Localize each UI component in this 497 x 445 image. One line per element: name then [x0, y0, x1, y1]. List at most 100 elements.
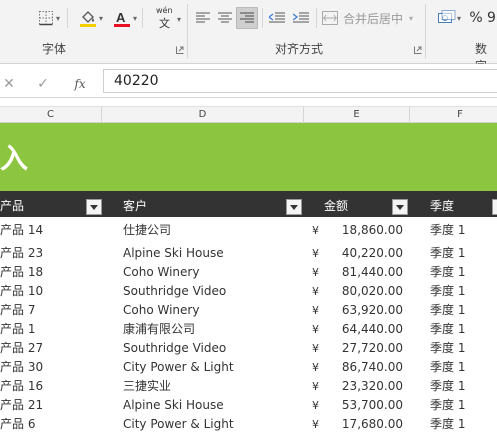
font-color-dropdown-icon: ▾	[132, 14, 137, 23]
fill-color-button[interactable]: ▾	[73, 7, 103, 29]
table-row[interactable]: 产品 27 Southridge Video ¥27,720.00 季度 1	[0, 339, 497, 358]
filter-button-quarter[interactable]	[492, 199, 497, 215]
cell-customer[interactable]: Coho Winery	[123, 301, 199, 320]
cell-customer[interactable]: Alpine Ski House	[123, 396, 224, 415]
filter-button-product[interactable]	[86, 199, 102, 215]
cell-quarter[interactable]: 季度 1	[430, 244, 465, 263]
column-header-e[interactable]: E	[304, 107, 410, 123]
cell-product[interactable]: 产品 10	[0, 282, 43, 301]
accounting-format-button[interactable]: ▾	[430, 7, 464, 29]
group-label-alignment: 对齐方式	[275, 42, 324, 56]
header-product: 产品	[0, 199, 25, 213]
cell-quarter[interactable]: 季度 1	[430, 301, 465, 320]
merge-center-button[interactable]: 合并后居中 ▾	[320, 7, 430, 29]
cell-product[interactable]: 产品 27	[0, 339, 43, 358]
alignment-dialog-launcher-icon[interactable]	[414, 46, 422, 54]
borders-button[interactable]: ▾	[30, 7, 62, 29]
percent-style-button[interactable]: %	[466, 7, 486, 29]
cell-amount[interactable]: 40,220.00	[313, 244, 403, 263]
cell-quarter[interactable]: 季度 1	[430, 377, 465, 396]
ribbon-divider	[262, 8, 263, 28]
borders-dropdown-icon: ▾	[55, 14, 60, 23]
filter-button-amount[interactable]	[392, 199, 408, 215]
table-row[interactable]: 产品 16 三捷实业 ¥23,320.00 季度 1	[0, 377, 497, 396]
cell-amount[interactable]: 18,860.00	[313, 221, 403, 240]
filter-button-customer[interactable]	[286, 199, 302, 215]
percent-icon: %	[469, 10, 483, 26]
cell-product[interactable]: 产品 14	[0, 221, 43, 240]
cell-quarter[interactable]: 季度 1	[430, 339, 465, 358]
cell-customer[interactable]: Alpine Ski House	[123, 244, 224, 263]
column-header-d[interactable]: D	[102, 107, 304, 123]
cell-amount[interactable]: 81,440.00	[313, 263, 403, 282]
cancel-entry-button[interactable]: ✕	[0, 75, 18, 93]
font-dialog-launcher-icon[interactable]	[176, 46, 184, 54]
formula-input[interactable]: 40220	[103, 69, 497, 93]
cell-quarter[interactable]: 季度 1	[430, 263, 465, 282]
cell-product[interactable]: 产品 30	[0, 358, 43, 377]
cell-customer[interactable]: 仕捷公司	[123, 221, 171, 240]
column-header-f[interactable]: F	[410, 107, 497, 123]
cell-product[interactable]: 产品 6	[0, 415, 35, 434]
phonetic-guide-button[interactable]: wén 文 ▾	[148, 5, 182, 31]
comma-style-button[interactable]: 9	[486, 7, 497, 29]
align-center-button[interactable]	[214, 7, 236, 29]
cell-product[interactable]: 产品 1	[0, 320, 35, 339]
cell-amount[interactable]: 86,740.00	[313, 358, 403, 377]
insert-function-button[interactable]: fx	[71, 75, 89, 93]
cell-quarter[interactable]: 季度 1	[430, 221, 465, 240]
cell-product[interactable]: 产品 16	[0, 377, 43, 396]
cell-customer[interactable]: 康浦有限公司	[123, 320, 195, 339]
cell-customer[interactable]: Southridge Video	[123, 282, 226, 301]
merge-dropdown-icon: ▾	[409, 13, 414, 23]
cell-customer[interactable]: 三捷实业	[123, 377, 171, 396]
cell-customer[interactable]: City Power & Light	[123, 415, 234, 434]
cell-product[interactable]: 产品 21	[0, 396, 43, 415]
cell-product[interactable]: 产品 23	[0, 244, 43, 263]
decrease-indent-icon	[269, 12, 285, 23]
cell-quarter[interactable]: 季度 1	[430, 415, 465, 434]
table-row[interactable]: 产品 10 Southridge Video ¥80,020.00 季度 1	[0, 282, 497, 301]
column-headers: C D E F	[0, 106, 497, 123]
table-row[interactable]: 产品 7 Coho Winery ¥63,920.00 季度 1	[0, 301, 497, 320]
cell-amount[interactable]: 17,680.00	[313, 415, 403, 434]
cell-quarter[interactable]: 季度 1	[430, 396, 465, 415]
increase-indent-button[interactable]	[290, 7, 312, 29]
cell-quarter[interactable]: 季度 1	[430, 358, 465, 377]
insert-function-icon: fx	[74, 77, 86, 91]
ribbon-divider	[67, 8, 68, 28]
decrease-indent-button[interactable]	[266, 7, 288, 29]
font-color-button[interactable]: A ▾	[107, 7, 137, 29]
group-divider	[425, 4, 426, 58]
filter-dropdown-icon	[396, 204, 404, 210]
cell-quarter[interactable]: 季度 1	[430, 320, 465, 339]
phonetic-guide-icon: wén 文	[155, 6, 175, 30]
table-row[interactable]: 产品 18 Coho Winery ¥81,440.00 季度 1	[0, 263, 497, 282]
confirm-entry-button[interactable]: ✓	[34, 75, 52, 93]
cell-quarter[interactable]: 季度 1	[430, 282, 465, 301]
cell-amount[interactable]: 53,700.00	[313, 396, 403, 415]
align-right-button[interactable]	[236, 7, 258, 29]
cell-customer[interactable]: City Power & Light	[123, 358, 234, 377]
align-left-button[interactable]	[192, 7, 214, 29]
cell-amount[interactable]: 80,020.00	[313, 282, 403, 301]
table-row[interactable]: 产品 21 Alpine Ski House ¥53,700.00 季度 1	[0, 396, 497, 415]
table-row[interactable]: 产品 1 康浦有限公司 ¥64,440.00 季度 1	[0, 320, 497, 339]
table-row[interactable]: 产品 30 City Power & Light ¥86,740.00 季度 1	[0, 358, 497, 377]
cell-amount[interactable]: 27,720.00	[313, 339, 403, 358]
comma-style-icon: 9	[487, 10, 496, 26]
table-row[interactable]: 产品 14 仕捷公司 ¥18,860.00 季度 1	[0, 221, 497, 240]
cell-amount[interactable]: 64,440.00	[313, 320, 403, 339]
column-header-c[interactable]: C	[0, 107, 102, 123]
align-right-icon	[240, 12, 254, 23]
cell-amount[interactable]: 63,920.00	[313, 301, 403, 320]
table-row[interactable]: 产品 23 Alpine Ski House ¥40,220.00 季度 1	[0, 244, 497, 263]
cell-customer[interactable]: Southridge Video	[123, 339, 226, 358]
header-quarter: 季度	[430, 199, 455, 213]
cell-product[interactable]: 产品 18	[0, 263, 43, 282]
table-row[interactable]: 产品 6 City Power & Light ¥17,680.00 季度 1	[0, 415, 497, 434]
borders-icon	[39, 11, 53, 26]
cell-product[interactable]: 产品 7	[0, 301, 35, 320]
cell-amount[interactable]: 23,320.00	[313, 377, 403, 396]
cell-customer[interactable]: Coho Winery	[123, 263, 199, 282]
